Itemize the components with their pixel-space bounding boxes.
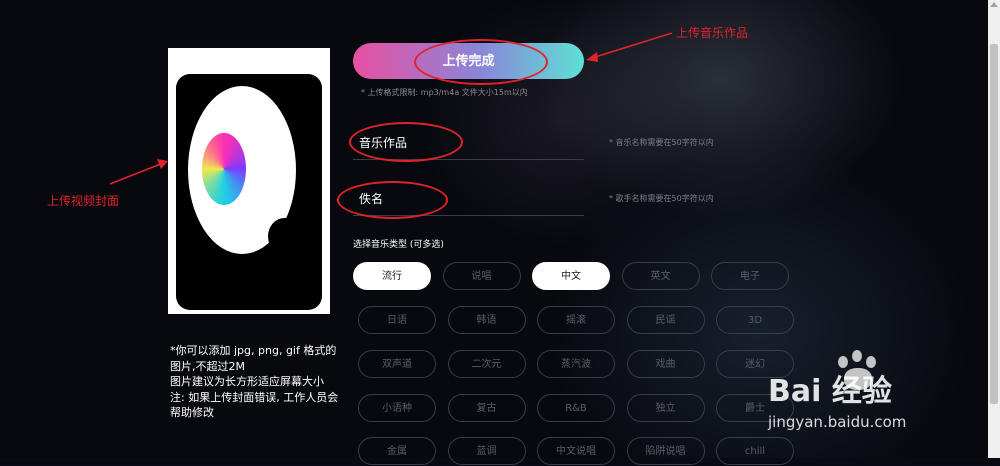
singer-name-note: * 歌手名称需要在50字符以内 bbox=[609, 194, 714, 203]
music-type-tag[interactable]: 蒸汽波 bbox=[537, 350, 615, 378]
music-type-tag[interactable]: 戏曲 bbox=[626, 350, 705, 378]
music-type-tag[interactable]: 独立 bbox=[626, 394, 705, 422]
music-type-tag[interactable]: 双声道 bbox=[358, 350, 436, 378]
annotation-ellipse-title bbox=[349, 122, 463, 162]
cover-art bbox=[202, 133, 246, 205]
music-type-tag[interactable]: 蓝调 bbox=[447, 437, 526, 465]
music-type-tag[interactable]: 韩语 bbox=[447, 306, 526, 334]
music-type-tag[interactable]: 3D bbox=[716, 306, 794, 334]
music-type-tag[interactable]: 陷阱说唱 bbox=[626, 437, 705, 465]
music-type-tag[interactable]: 英文 bbox=[621, 262, 700, 290]
music-type-tag[interactable]: 金属 bbox=[358, 437, 436, 465]
cover-hint-line: 图片建议为长方形适应屏幕大小 bbox=[170, 375, 324, 388]
music-type-tag[interactable]: 复古 bbox=[447, 394, 526, 422]
cover-image[interactable] bbox=[168, 48, 330, 314]
watermark-url: jingyan.baidu.com bbox=[768, 413, 907, 431]
music-type-label: 选择音乐类型 (可多选) bbox=[353, 240, 444, 250]
annotation-upload-music: 上传音乐作品 bbox=[676, 26, 749, 40]
music-type-tag[interactable]: 电子 bbox=[711, 262, 789, 290]
cover-hint: *你可以添加 jpg, png, gif 格式的 图片,不超过2M 图片建议为长… bbox=[170, 343, 340, 421]
music-type-tag[interactable]: 二次元 bbox=[447, 350, 526, 378]
annotation-upload-cover: 上传视频封面 bbox=[47, 194, 120, 208]
music-type-tag[interactable]: 民谣 bbox=[626, 306, 705, 334]
music-title-note: * 音乐名称需要在50字符以内 bbox=[609, 138, 714, 147]
annotation-ellipse-upload bbox=[414, 39, 548, 85]
scroll-up-icon[interactable] bbox=[990, 2, 998, 7]
baidu-jingyan-watermark: Bai 经验 bbox=[768, 374, 892, 409]
music-type-tag[interactable]: 小语种 bbox=[358, 394, 436, 422]
music-type-tag[interactable]: 流行 bbox=[353, 262, 431, 290]
cover-hint-line: 帮助修改 bbox=[170, 406, 214, 419]
upload-format-note: * 上传格式限制: mp3/m4a 文件大小15m以内 bbox=[361, 88, 528, 97]
annotation-ellipse-singer bbox=[337, 181, 448, 219]
music-type-tag[interactable]: 日语 bbox=[358, 306, 436, 334]
cover-hint-line: 注: 如果上传封面错误, 工作人员会 bbox=[170, 390, 339, 404]
music-type-tag[interactable]: 中文说唱 bbox=[537, 437, 615, 465]
music-type-tag[interactable]: 说唱 bbox=[442, 262, 521, 290]
scrollbar[interactable] bbox=[988, 0, 1000, 458]
scroll-thumb[interactable] bbox=[990, 44, 998, 404]
music-type-tag[interactable]: chill bbox=[716, 437, 794, 465]
music-type-tag[interactable]: 摇滚 bbox=[537, 306, 615, 334]
cover-hint-line: *你可以添加 jpg, png, gif 格式的 bbox=[170, 344, 337, 357]
music-type-tag[interactable]: R&B bbox=[537, 394, 615, 422]
cover-tail bbox=[268, 218, 304, 258]
cover-hint-line: 图片,不超过2M bbox=[170, 359, 245, 373]
music-type-tag[interactable]: 中文 bbox=[532, 262, 610, 290]
